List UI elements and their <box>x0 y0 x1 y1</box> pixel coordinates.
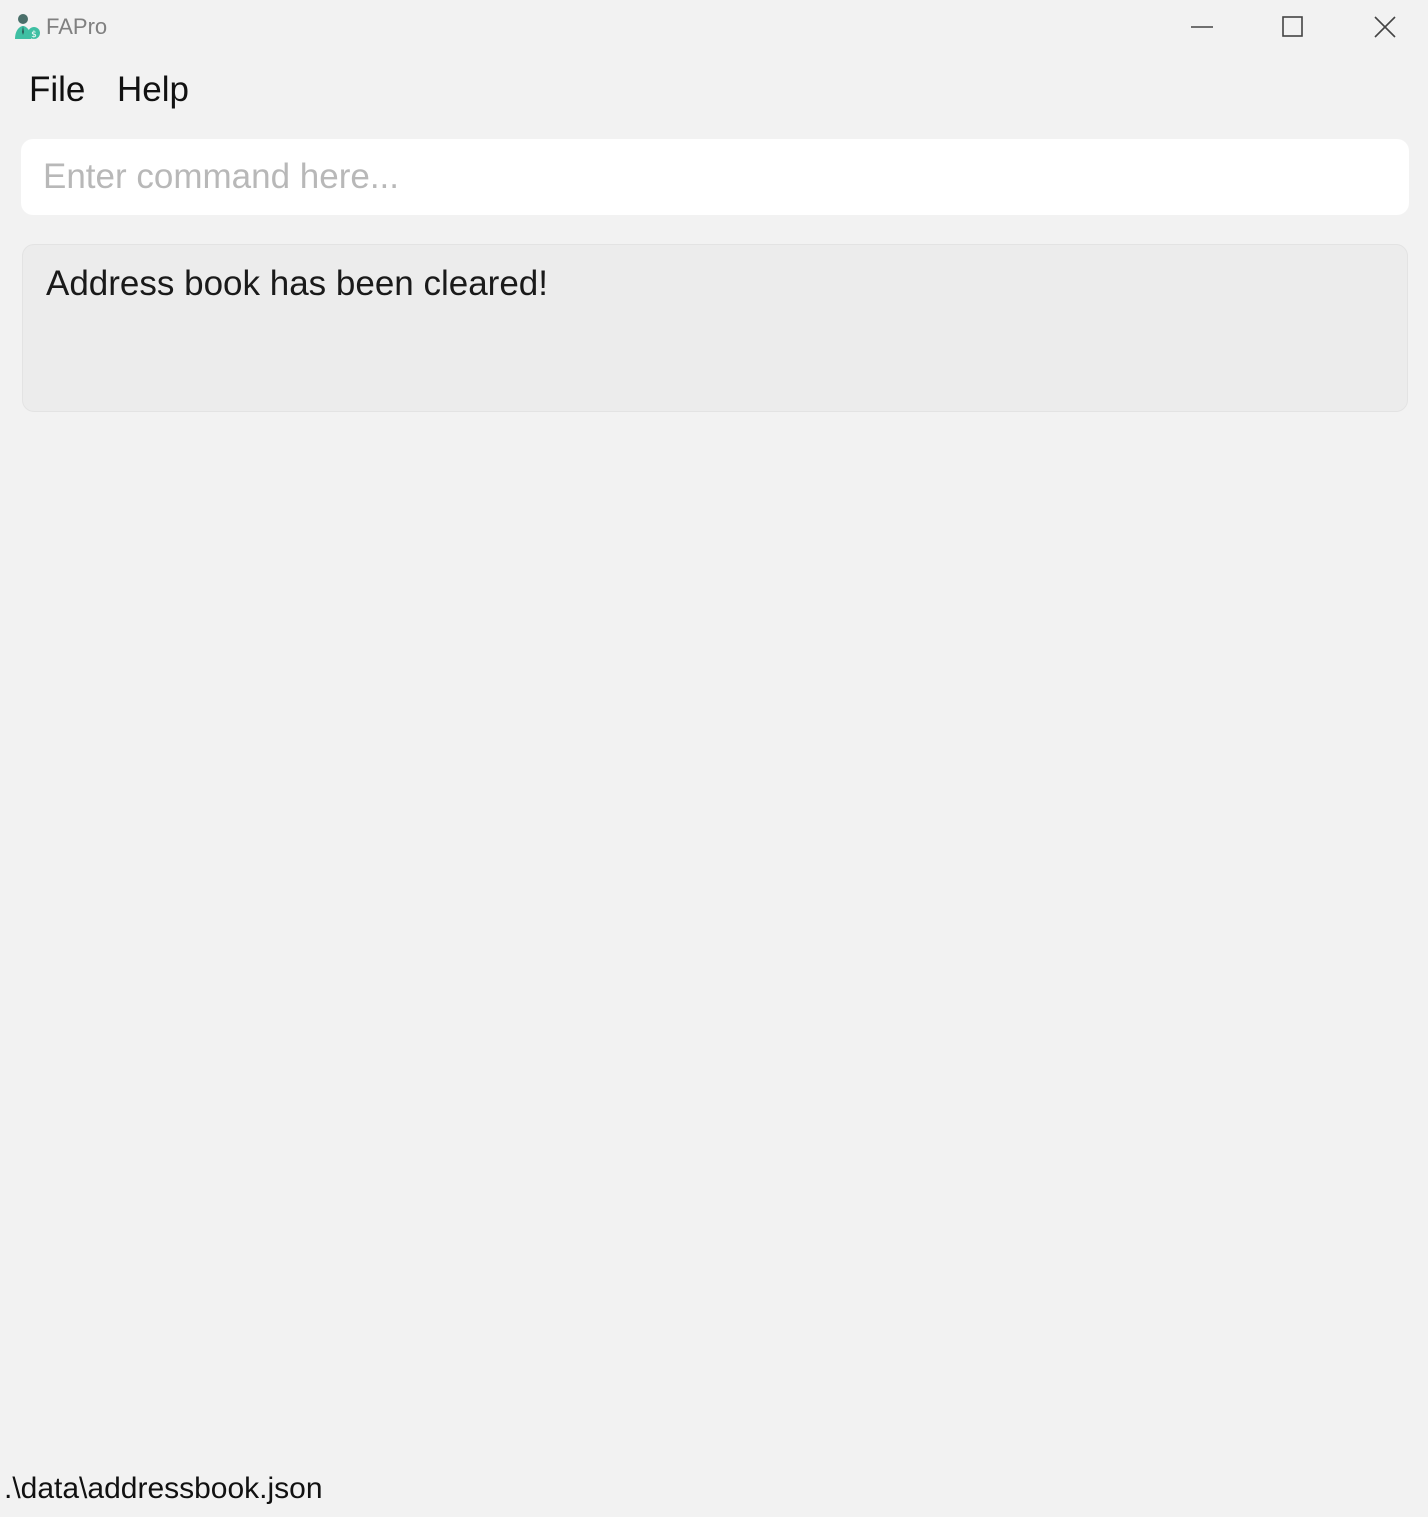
command-box <box>21 139 1409 215</box>
menu-help[interactable]: Help <box>117 70 189 110</box>
menu-bar: File Help <box>0 62 1428 120</box>
menu-file[interactable]: File <box>29 70 85 110</box>
result-message: Address book has been cleared! <box>46 264 548 303</box>
close-button[interactable] <box>1339 0 1428 54</box>
title-bar: $ FAPro <box>0 0 1428 54</box>
maximize-icon <box>1282 16 1303 37</box>
status-bar-file-path: .\data\addressbook.json <box>4 1472 323 1505</box>
maximize-button[interactable] <box>1247 0 1339 54</box>
minimize-button[interactable] <box>1156 0 1248 54</box>
minimize-icon <box>1191 26 1213 28</box>
app-logo-icon: $ <box>15 14 40 40</box>
command-input[interactable] <box>21 139 1409 215</box>
close-icon <box>1374 16 1396 38</box>
svg-text:$: $ <box>31 30 37 40</box>
result-display: Address book has been cleared! <box>22 244 1408 412</box>
app-title: FAPro <box>46 14 108 39</box>
